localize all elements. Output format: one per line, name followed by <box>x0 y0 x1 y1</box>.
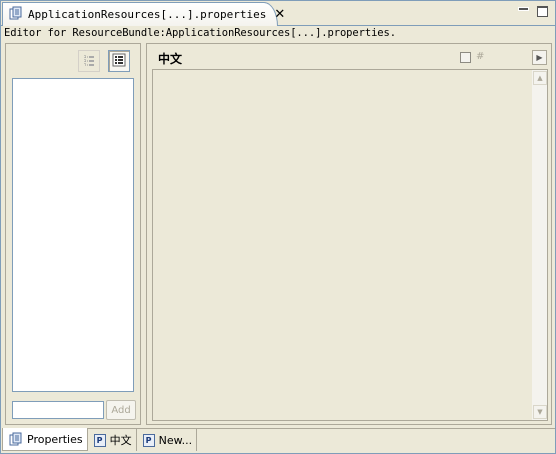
tab-locale-zh-label: 中文 <box>109 434 132 447</box>
properties-icon <box>9 432 23 446</box>
tree-list-icon <box>82 53 96 70</box>
editor-tab[interactable]: ApplicationResources[...].properties ✕ <box>2 2 285 26</box>
flat-view-button[interactable] <box>108 50 130 72</box>
arrow-right-icon: ▶ <box>536 53 543 62</box>
minimize-icon[interactable] <box>517 5 531 17</box>
vertical-scrollbar[interactable]: ▲ ▼ <box>531 70 547 420</box>
comment-checkbox[interactable] <box>460 52 471 63</box>
close-icon[interactable]: ✕ <box>274 8 285 21</box>
properties-editor-icon <box>9 6 23 23</box>
new-key-input[interactable] <box>12 401 104 419</box>
tab-locale-zh[interactable]: P 中文 <box>88 429 137 451</box>
editor-tab-title: ApplicationResources[...].properties <box>28 8 267 21</box>
bottom-tab-bar: Properties P 中文 P New... <box>2 428 555 453</box>
comment-hash-label: # <box>476 51 485 62</box>
window-controls <box>517 5 549 17</box>
keys-panel: Add <box>5 43 141 425</box>
tree-view-button[interactable] <box>78 50 100 72</box>
scroll-up-icon[interactable]: ▲ <box>533 71 547 85</box>
add-button[interactable]: Add <box>106 400 136 420</box>
expand-button[interactable]: ▶ <box>532 50 547 65</box>
tab-properties[interactable]: Properties <box>2 428 88 451</box>
locale-value-textarea[interactable]: ▲ ▼ <box>152 69 548 421</box>
scroll-down-icon[interactable]: ▼ <box>533 405 547 419</box>
p-file-icon: P <box>93 433 106 447</box>
editor-tab-bar: ApplicationResources[...].properties ✕ <box>1 1 555 26</box>
locale-panel: 中文 # ▶ ▲ ▼ <box>146 43 552 425</box>
resource-bundle-editor: ApplicationResources[...].properties ✕ E… <box>0 0 556 454</box>
tab-new[interactable]: P New... <box>137 429 198 451</box>
editor-caption: Editor for ResourceBundle:ApplicationRes… <box>4 27 396 39</box>
tab-new-label: New... <box>158 433 193 447</box>
locale-title: 中文 <box>158 52 183 66</box>
p-file-icon: P <box>142 433 155 447</box>
maximize-icon[interactable] <box>535 5 549 17</box>
tab-properties-label: Properties <box>27 432 83 446</box>
keys-list[interactable] <box>12 78 134 392</box>
flat-list-icon <box>112 53 126 70</box>
